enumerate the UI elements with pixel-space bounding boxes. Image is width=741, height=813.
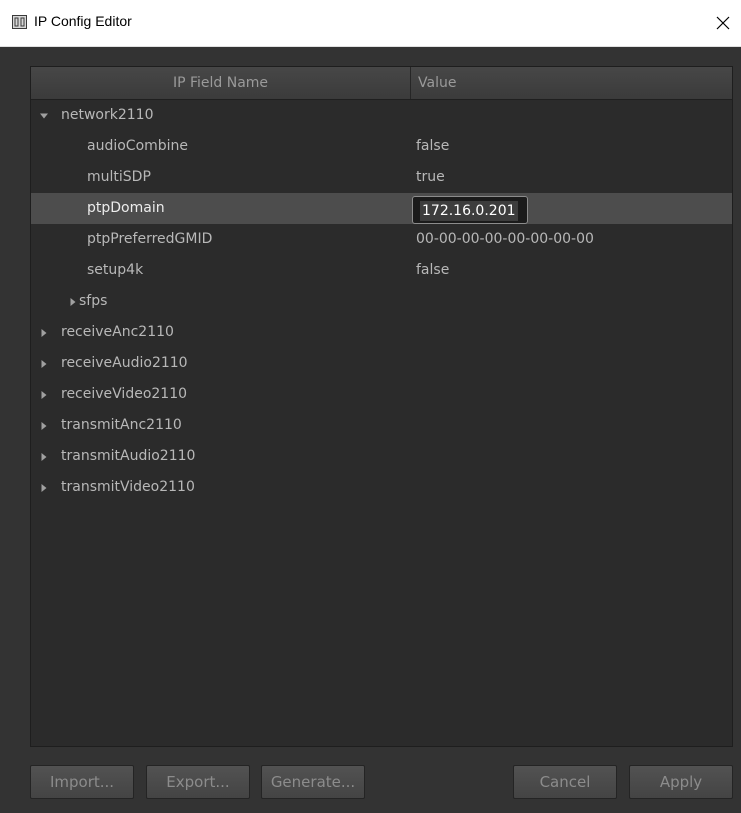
- window-title: IP Config Editor: [34, 13, 132, 29]
- generate-button[interactable]: Generate...: [261, 765, 365, 799]
- value-edit-text[interactable]: 172.16.0.201: [420, 201, 518, 221]
- collapsed-arrow-icon[interactable]: [69, 298, 77, 306]
- field-name: receiveAnc2110: [61, 324, 174, 340]
- tree-row[interactable]: audioCombine false: [31, 131, 732, 162]
- field-value[interactable]: false: [416, 131, 449, 162]
- field-name: ptpDomain: [87, 200, 165, 216]
- tree-row[interactable]: ptpDomain 172.16.0.201: [31, 193, 732, 224]
- tree-row[interactable]: transmitAnc2110: [31, 410, 732, 441]
- ip-fields-tree-table[interactable]: IP Field Name Value network2110 audioComb…: [30, 66, 733, 747]
- field-name: receiveVideo2110: [61, 386, 188, 402]
- field-name: multiSDP: [87, 169, 151, 185]
- tree-row[interactable]: receiveAnc2110: [31, 317, 732, 348]
- ip-config-editor-window: IP Config Editor IP Field Name Value net…: [0, 0, 741, 813]
- tree-row[interactable]: transmitVideo2110: [31, 472, 732, 503]
- column-divider[interactable]: [410, 67, 411, 99]
- cancel-button[interactable]: Cancel: [513, 765, 617, 799]
- field-name: ptpPreferredGMID: [87, 231, 213, 247]
- apply-button[interactable]: Apply: [629, 765, 733, 799]
- field-value[interactable]: 00-00-00-00-00-00-00-00: [416, 224, 594, 255]
- field-name: transmitAnc2110: [61, 417, 182, 433]
- field-value[interactable]: false: [416, 255, 449, 286]
- tree-row[interactable]: sfps: [31, 286, 732, 317]
- collapsed-arrow-icon[interactable]: [40, 329, 48, 337]
- collapsed-arrow-icon[interactable]: [40, 484, 48, 492]
- field-name: setup4k: [87, 262, 144, 278]
- import-button[interactable]: Import...: [30, 765, 134, 799]
- app-icon: [12, 15, 27, 29]
- tree-row[interactable]: receiveAudio2110: [31, 348, 732, 379]
- expanded-arrow-icon[interactable]: [40, 112, 48, 120]
- field-value[interactable]: true: [416, 162, 445, 193]
- tree-row[interactable]: transmitAudio2110: [31, 441, 732, 472]
- field-name: network2110: [61, 107, 154, 123]
- field-name: sfps: [79, 293, 108, 309]
- tree-row[interactable]: network2110: [31, 100, 732, 131]
- close-icon: [716, 16, 730, 30]
- column-header-ip-field-name[interactable]: IP Field Name: [31, 67, 410, 99]
- tree-row[interactable]: receiveVideo2110: [31, 379, 732, 410]
- column-header-value[interactable]: Value: [418, 67, 456, 99]
- collapsed-arrow-icon[interactable]: [40, 360, 48, 368]
- collapsed-arrow-icon[interactable]: [40, 391, 48, 399]
- field-name: transmitVideo2110: [61, 479, 195, 495]
- tree-row[interactable]: ptpPreferredGMID 00-00-00-00-00-00-00-00: [31, 224, 732, 255]
- tree-row[interactable]: setup4k false: [31, 255, 732, 286]
- table-header: IP Field Name Value: [31, 67, 732, 100]
- close-button[interactable]: [710, 8, 738, 38]
- tree-row[interactable]: multiSDP true: [31, 162, 732, 193]
- field-name: receiveAudio2110: [61, 355, 188, 371]
- export-button[interactable]: Export...: [146, 765, 250, 799]
- collapsed-arrow-icon[interactable]: [40, 453, 48, 461]
- field-name: transmitAudio2110: [61, 448, 196, 464]
- field-name: audioCombine: [87, 138, 189, 154]
- collapsed-arrow-icon[interactable]: [40, 422, 48, 430]
- value-edit-field[interactable]: 172.16.0.201: [412, 196, 528, 224]
- title-bar[interactable]: IP Config Editor: [0, 0, 741, 47]
